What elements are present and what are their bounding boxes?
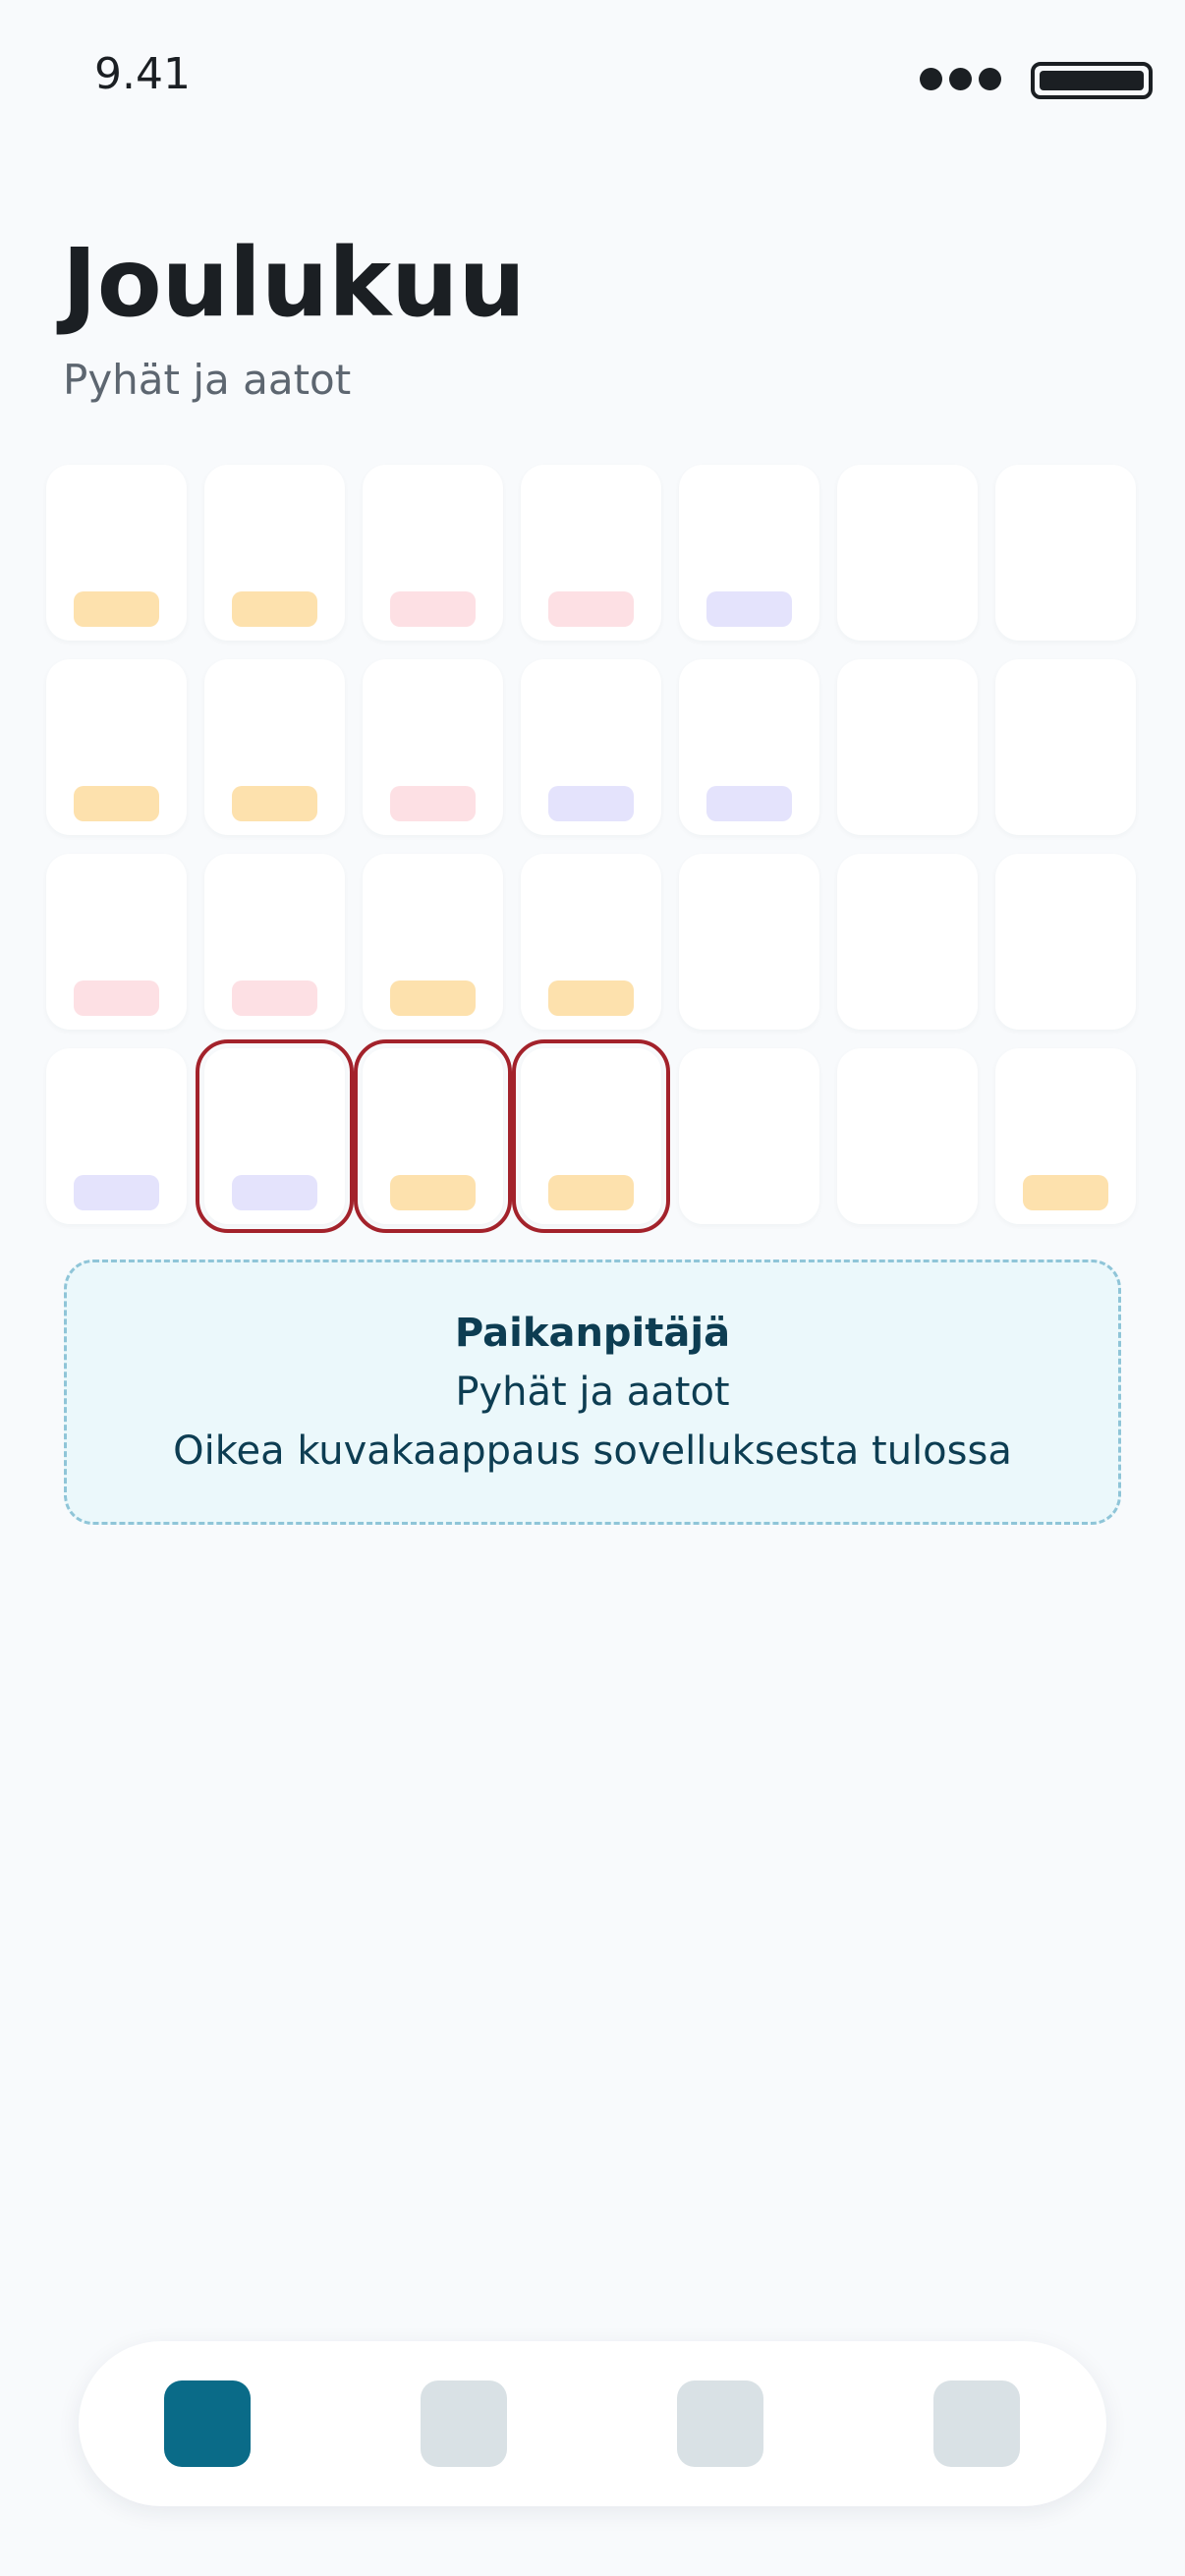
- day-cell[interactable]: [679, 1048, 819, 1224]
- day-cell[interactable]: [204, 659, 345, 835]
- event-chip: [74, 786, 159, 821]
- day-cell[interactable]: [679, 659, 819, 835]
- page-title: Joulukuu: [62, 228, 526, 338]
- day-cell[interactable]: [679, 854, 819, 1030]
- event-chip: [706, 591, 792, 627]
- nav-tab-4[interactable]: [933, 2380, 1020, 2467]
- event-chip: [390, 786, 476, 821]
- day-cell[interactable]: [679, 465, 819, 641]
- event-chip: [548, 1175, 634, 1210]
- event-chip: [74, 1175, 159, 1210]
- event-chip: [390, 980, 476, 1016]
- event-chip: [232, 980, 317, 1016]
- day-cell[interactable]: [521, 659, 661, 835]
- day-cell[interactable]: [995, 1048, 1136, 1224]
- day-cell[interactable]: [204, 465, 345, 641]
- bottom-nav: [79, 2341, 1106, 2506]
- day-cell[interactable]: [363, 854, 503, 1030]
- day-cell[interactable]: [837, 465, 978, 641]
- event-chip: [74, 980, 159, 1016]
- day-cell[interactable]: [995, 465, 1136, 641]
- nav-tab-3[interactable]: [677, 2380, 763, 2467]
- day-cell[interactable]: [995, 854, 1136, 1030]
- event-chip: [74, 591, 159, 627]
- day-cell[interactable]: [837, 1048, 978, 1224]
- placeholder-card: Paikanpitäjä Pyhät ja aatot Oikea kuvaka…: [64, 1260, 1121, 1525]
- event-chip: [1023, 1175, 1108, 1210]
- placeholder-title: Paikanpitäjä: [454, 1311, 731, 1356]
- day-cell[interactable]: [995, 659, 1136, 835]
- signal-dots-icon: [920, 68, 1001, 90]
- placeholder-note: Oikea kuvakaappaus sovelluksesta tulossa: [173, 1428, 1012, 1474]
- event-chip: [232, 1175, 317, 1210]
- day-cell[interactable]: [46, 659, 187, 835]
- day-cell[interactable]: [521, 854, 661, 1030]
- calendar-grid: [46, 465, 1136, 1233]
- page-subtitle: Pyhät ja aatot: [63, 356, 352, 404]
- battery-icon: [1031, 62, 1153, 99]
- event-chip: [232, 591, 317, 627]
- day-cell[interactable]: [204, 854, 345, 1030]
- screen: 9.41 Joulukuu Pyhät ja aatot Paikanpitäj…: [0, 0, 1185, 2576]
- event-chip: [548, 786, 634, 821]
- day-cell[interactable]: [46, 854, 187, 1030]
- day-cell[interactable]: [46, 1048, 187, 1224]
- nav-tab-2[interactable]: [421, 2380, 507, 2467]
- event-chip: [232, 786, 317, 821]
- day-cell[interactable]: [363, 659, 503, 835]
- day-cell[interactable]: [512, 1039, 670, 1233]
- day-cell[interactable]: [196, 1039, 354, 1233]
- day-cell[interactable]: [354, 1039, 512, 1233]
- event-chip: [390, 591, 476, 627]
- event-chip: [706, 786, 792, 821]
- event-chip: [548, 591, 634, 627]
- day-cell[interactable]: [837, 854, 978, 1030]
- status-time: 9.41: [94, 49, 191, 99]
- placeholder-subtitle: Pyhät ja aatot: [455, 1370, 730, 1415]
- day-cell[interactable]: [363, 465, 503, 641]
- status-bar: 9.41: [0, 0, 1185, 157]
- event-chip: [390, 1175, 476, 1210]
- day-cell[interactable]: [837, 659, 978, 835]
- day-cell[interactable]: [46, 465, 187, 641]
- event-chip: [548, 980, 634, 1016]
- nav-tab-1[interactable]: [164, 2380, 251, 2467]
- day-cell[interactable]: [521, 465, 661, 641]
